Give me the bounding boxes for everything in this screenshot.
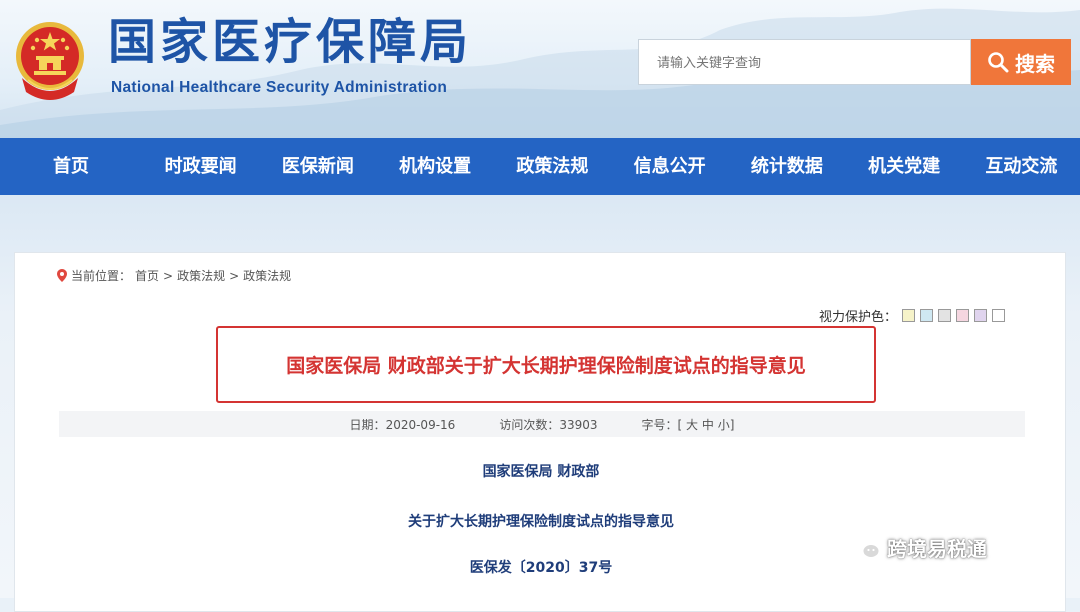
nav-item-interaction[interactable]: 互动交流 (963, 138, 1080, 195)
vision-label: 视力保护色： (819, 310, 898, 325)
nav-item-home[interactable]: 首页 (0, 138, 142, 195)
nav-item-current-affairs[interactable]: 时政要闻 (142, 138, 259, 195)
breadcrumb-prefix: 当前位置： (71, 269, 132, 283)
article-title: 国家医保局 财政部关于扩大长期护理保险制度试点的指导意见 (286, 355, 806, 377)
article-meta-bar: 日期：2020-09-16 访问次数：33903 字号：[ 大 中 小] (59, 411, 1025, 437)
breadcrumb-current-link[interactable]: 政策法规 (243, 267, 291, 284)
nav-item-party-building[interactable]: 机关党建 (846, 138, 963, 195)
search-button[interactable]: 搜索 (971, 39, 1071, 85)
breadcrumb-separator: > (229, 268, 240, 283)
color-swatch-gray[interactable] (938, 309, 952, 322)
main-nav: 首页 时政要闻 医保新闻 机构设置 政策法规 信息公开 统计数据 机关党建 互动… (0, 138, 1080, 195)
site-header: 国家医疗保障局 National Healthcare Security Adm… (0, 0, 1080, 138)
visits-label: 访问次数： (499, 417, 560, 432)
search-button-label: 搜索 (1015, 51, 1055, 76)
date-value: 2020-09-16 (385, 417, 456, 432)
site-title: 国家医疗保障局 (108, 14, 473, 70)
vision-protection-colors: 视力保护色： (819, 306, 1006, 325)
color-swatch-white[interactable] (992, 309, 1006, 322)
nav-item-policies[interactable]: 政策法规 (494, 138, 611, 195)
article-date: 日期：2020-09-16 (350, 416, 456, 433)
article-visits: 访问次数：33903 (499, 416, 597, 433)
wechat-logo-icon (851, 535, 881, 559)
nav-item-statistics[interactable]: 统计数据 (728, 138, 845, 195)
article-title-highlight: 国家医保局 财政部关于扩大长期护理保险制度试点的指导意见 (216, 326, 876, 403)
wechat-watermark: 跨境易税通 (851, 533, 987, 562)
font-size-small-button[interactable]: 小 (718, 418, 730, 432)
nav-item-public-info[interactable]: 信息公开 (611, 138, 728, 195)
visits-value: 33903 (559, 417, 598, 432)
watermark-text: 跨境易税通 (887, 537, 987, 561)
fontsize-label: 字号： (641, 417, 678, 432)
article-heading: 关于扩大长期护理保险制度试点的指导意见 (408, 514, 674, 530)
location-pin-icon (57, 269, 67, 282)
font-size-control: 字号：[ 大 中 小] (642, 416, 735, 433)
font-size-medium-button[interactable]: 中 (702, 418, 714, 432)
breadcrumb-policies-link[interactable]: 政策法规 (177, 267, 225, 284)
article-issuer: 国家医保局 财政部 (482, 464, 600, 480)
color-swatch-purple[interactable] (974, 309, 988, 322)
site-subtitle: National Healthcare Security Administrat… (111, 79, 448, 96)
breadcrumb-home-link[interactable]: 首页 (135, 267, 159, 284)
nav-item-healthcare-news[interactable]: 医保新闻 (259, 138, 376, 195)
search-input[interactable] (638, 39, 971, 85)
breadcrumb: 当前位置： 首页 > 政策法规 > 政策法规 (57, 267, 291, 284)
nav-item-organization[interactable]: 机构设置 (377, 138, 494, 195)
breadcrumb-separator: > (163, 268, 174, 283)
national-emblem-icon (16, 22, 84, 100)
date-label: 日期： (349, 417, 386, 432)
color-swatch-yellow[interactable] (902, 309, 916, 322)
color-swatch-blue[interactable] (920, 309, 934, 322)
fontsize-bracket-open: [ (677, 417, 683, 432)
search-icon (988, 52, 1009, 73)
fontsize-bracket-close: ] (729, 417, 735, 432)
font-size-large-button[interactable]: 大 (686, 418, 698, 432)
color-swatch-pink[interactable] (956, 309, 970, 322)
